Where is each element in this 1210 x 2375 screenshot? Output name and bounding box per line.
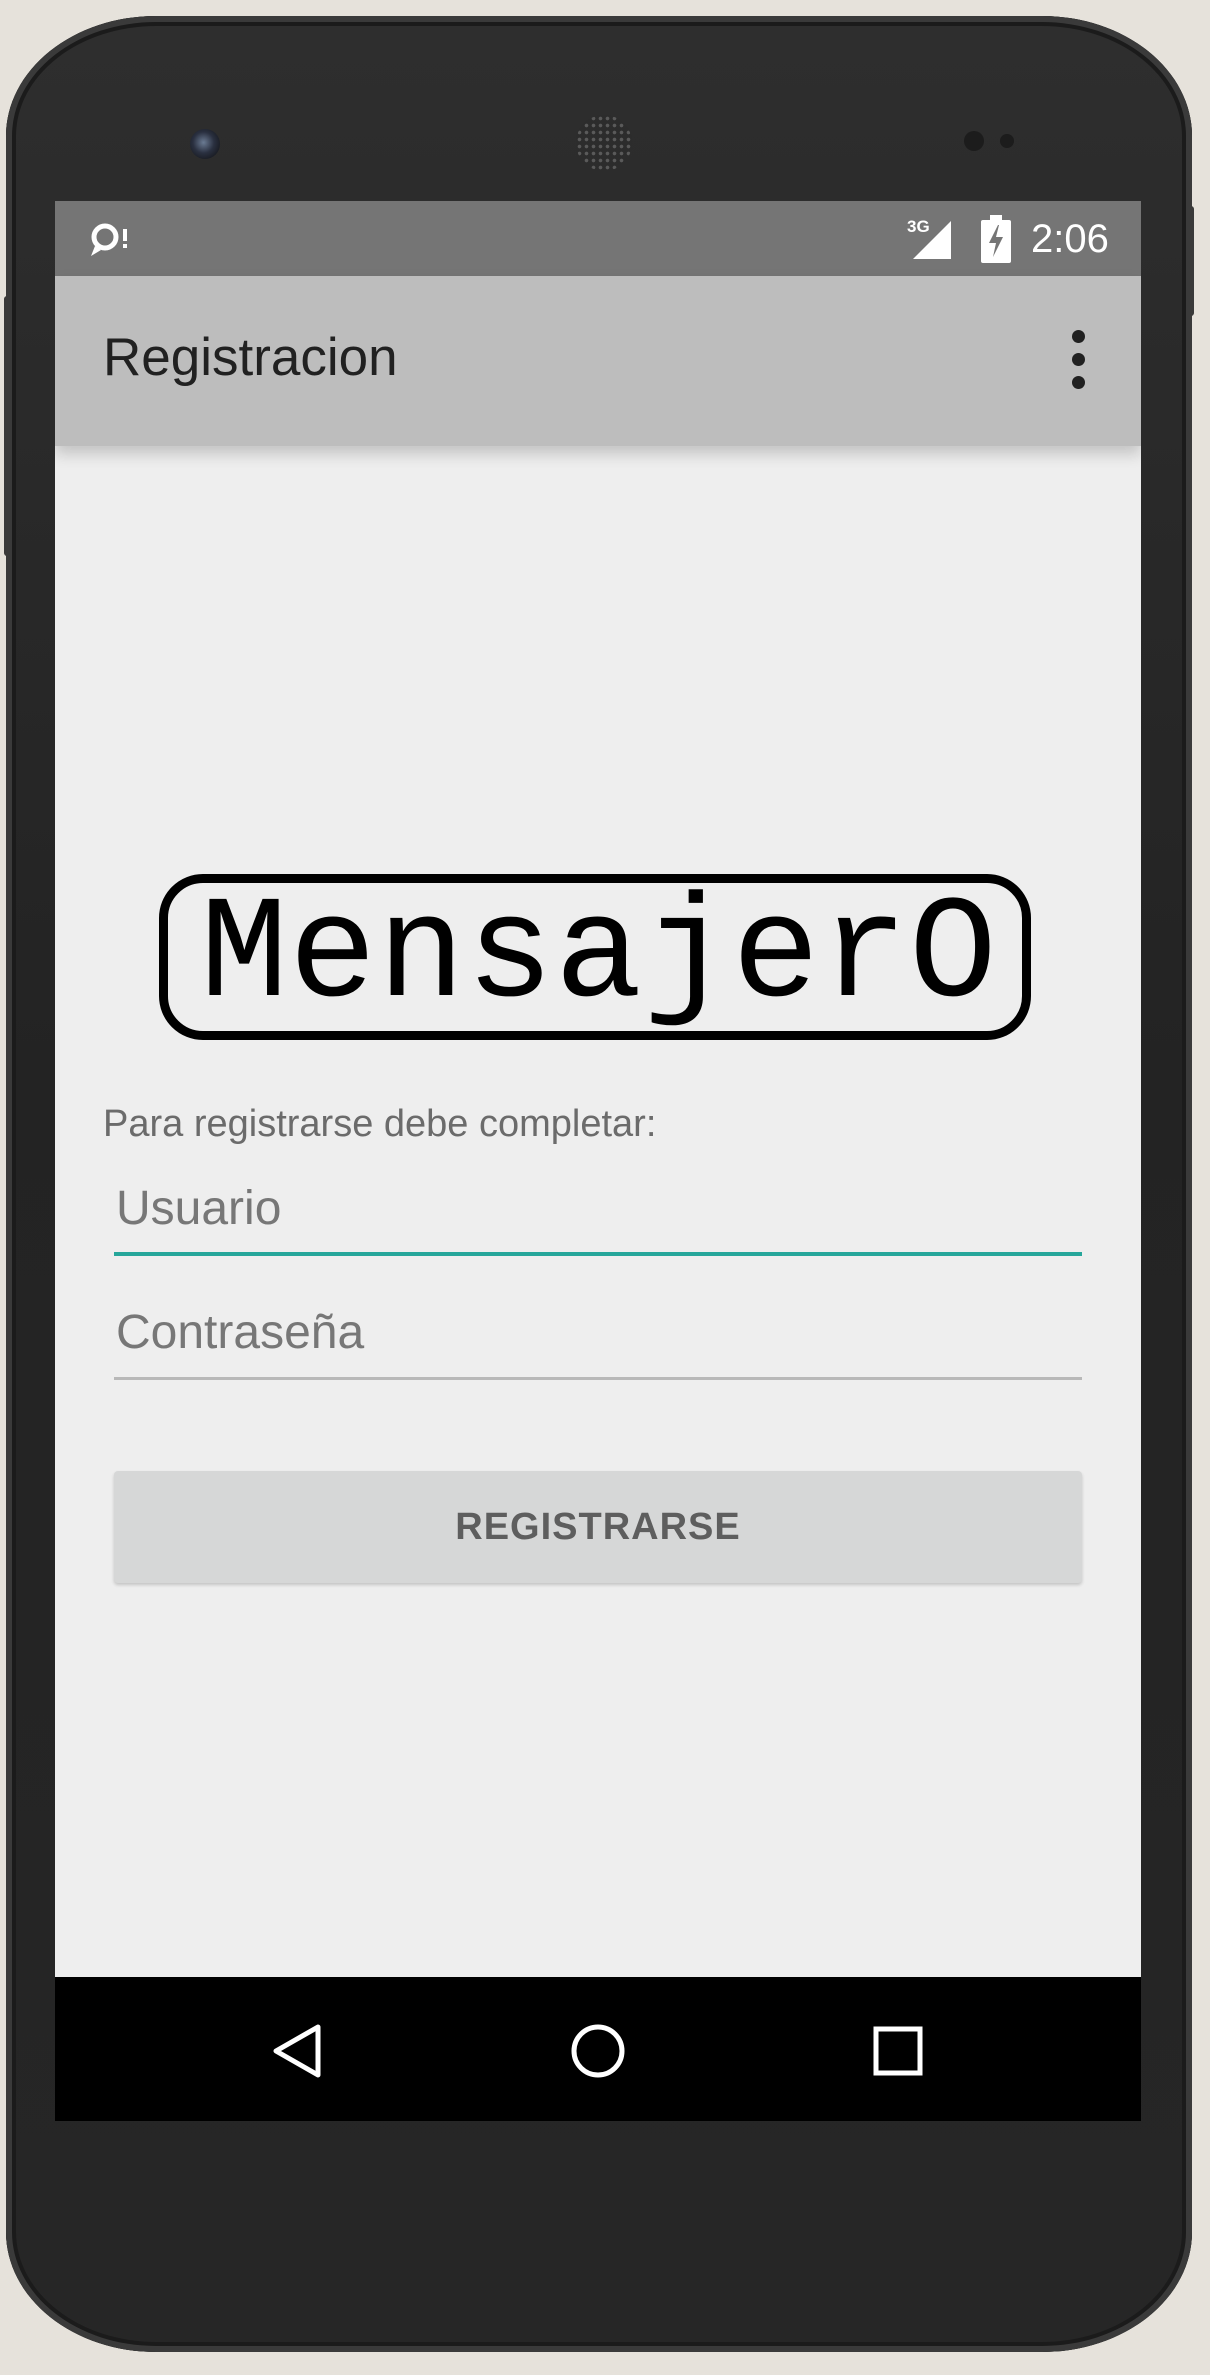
device-screen: 3G 2:06 Registracion MensajerO Para regi…: [55, 201, 1141, 2121]
recents-square-icon[interactable]: [866, 2019, 930, 2083]
home-circle-icon[interactable]: [566, 2019, 630, 2083]
power-button: [1186, 206, 1194, 316]
app-bar: Registracion: [55, 276, 1141, 446]
earpiece-speaker: [576, 115, 632, 171]
logo-text: MensajerO: [200, 873, 998, 1039]
signal-icon: 3G: [905, 217, 955, 261]
register-button[interactable]: REGISTRARSE: [114, 1471, 1082, 1583]
username-field[interactable]: [114, 1166, 1082, 1256]
back-triangle-icon[interactable]: [266, 2019, 330, 2083]
light-sensor: [1000, 134, 1014, 148]
navigation-bar: [55, 1977, 1141, 2121]
volume-button: [4, 296, 10, 556]
password-input[interactable]: [114, 1290, 1082, 1374]
notification-icon: [91, 223, 127, 256]
app-logo: MensajerO: [159, 873, 1031, 1040]
username-underline: [114, 1252, 1082, 1256]
instructions-label: Para registrarse debe completar:: [103, 1103, 657, 1145]
front-camera: [190, 129, 220, 159]
password-underline: [114, 1377, 1082, 1380]
password-field[interactable]: [114, 1290, 1082, 1380]
battery-icon: [981, 215, 1011, 263]
status-bar: 3G 2:06: [55, 201, 1141, 276]
status-time: 2:06: [1031, 217, 1109, 261]
emulator-frame: 3G 2:06 Registracion MensajerO Para regi…: [0, 0, 1210, 2375]
overflow-menu-icon[interactable]: [1069, 330, 1089, 390]
proximity-sensor: [964, 131, 984, 151]
app-title: Registracion: [103, 328, 398, 387]
username-input[interactable]: [114, 1166, 1082, 1250]
